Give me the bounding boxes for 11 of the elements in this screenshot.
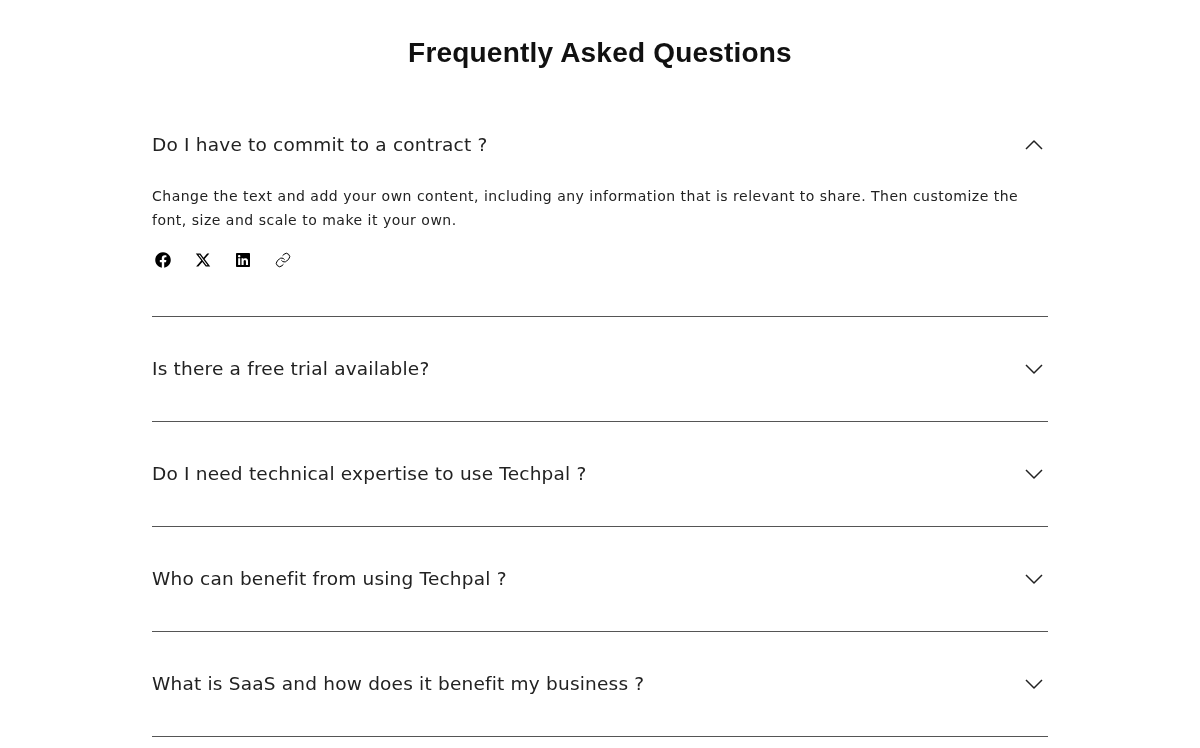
linkedin-icon[interactable] (235, 252, 251, 268)
x-logo-icon[interactable] (195, 252, 211, 268)
link-icon[interactable] (275, 252, 291, 268)
answer-text: Change the text and add your own content, including any information that is relevant to share. Then customize the font, size and scale to make it your own. (152, 187, 1020, 230)
question-toggle[interactable]: Do I need technical expertise to use Techpal ? (152, 422, 1048, 526)
facebook-icon[interactable] (155, 252, 171, 268)
question-toggle[interactable]: Is there a free trial available? (152, 317, 1048, 421)
question-toggle[interactable]: Who can benefit from using Techpal ? (152, 527, 1048, 631)
question-toggle[interactable]: What is SaaS and how does it benefit my business ? (152, 632, 1048, 736)
question-toggle[interactable]: Do I have to commit to a contract ? (152, 93, 1048, 184)
faq-heading: Frequently Asked Questions (407, 36, 793, 70)
